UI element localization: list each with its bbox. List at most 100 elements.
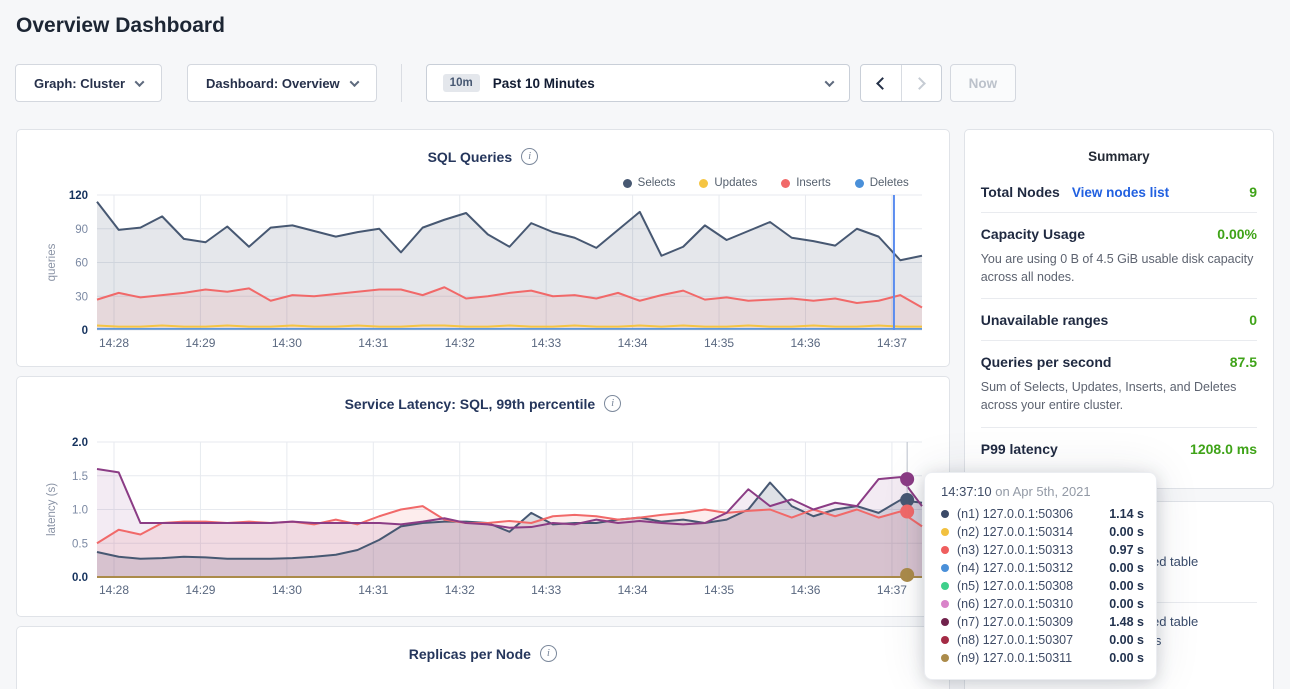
svg-text:1.5: 1.5: [72, 471, 88, 483]
summary-row-value: 1208.0 ms: [1190, 441, 1257, 457]
time-range-label: Past 10 Minutes: [493, 76, 813, 91]
time-range-badge: 10m: [443, 74, 480, 92]
node-color-dot-icon: [941, 636, 949, 644]
svg-text:latency (s): latency (s): [46, 483, 58, 536]
chevron-right-icon: [913, 77, 926, 90]
tooltip-node-value: 0.00 s: [1109, 561, 1144, 575]
replicas-per-node-title: Replicas per Node: [409, 646, 531, 662]
svg-text:14:30: 14:30: [272, 583, 302, 597]
tooltip-node-row: (n5) 127.0.0.1:50308 0.00 s: [941, 577, 1144, 595]
summary-row: P99 latency 1208.0 ms: [981, 428, 1257, 469]
sql-queries-panel: SQL Queries i Selects Updates Inserts Delet…: [16, 129, 950, 367]
legend-dot-icon: [781, 179, 790, 188]
svg-text:1.0: 1.0: [72, 505, 88, 517]
svg-text:0.5: 0.5: [72, 538, 88, 550]
latency-hover-tooltip: 14:37:10 on Apr 5th, 2021 (n1) 127.0.0.1…: [924, 472, 1157, 680]
tooltip-node-value: 0.00 s: [1109, 579, 1144, 593]
legend-dot-icon: [623, 179, 632, 188]
node-color-dot-icon: [941, 654, 949, 662]
time-range-picker[interactable]: 10m Past 10 Minutes: [426, 64, 850, 102]
svg-text:14:31: 14:31: [358, 583, 388, 597]
now-button[interactable]: Now: [950, 64, 1017, 102]
info-icon[interactable]: i: [540, 645, 557, 662]
tooltip-node-row: (n9) 127.0.0.1:50311 0.00 s: [941, 649, 1144, 667]
time-next-button[interactable]: [901, 65, 941, 101]
dashboard-controls: Graph: Cluster Dashboard: Overview 10m P…: [15, 64, 1274, 102]
tooltip-time: 14:37:10: [941, 484, 992, 499]
summary-row-value: 0: [1249, 312, 1257, 328]
tooltip-node-address: (n5) 127.0.0.1:50308: [957, 579, 1101, 593]
tooltip-node-address: (n6) 127.0.0.1:50310: [957, 597, 1101, 611]
graph-scope-label: Graph: Cluster: [34, 76, 125, 91]
tooltip-date: on Apr 5th, 2021: [992, 484, 1091, 499]
summary-row-label: Queries per second: [981, 354, 1112, 370]
tooltip-node-value: 1.14 s: [1109, 507, 1144, 521]
chevron-down-icon: [349, 77, 359, 87]
summary-row-label: Total Nodes: [981, 184, 1060, 200]
tooltip-node-value: 0.00 s: [1109, 651, 1144, 665]
dashboard-select-dropdown[interactable]: Dashboard: Overview: [187, 64, 377, 102]
svg-text:14:36: 14:36: [790, 583, 820, 597]
summary-rows: Total NodesView nodes list9Capacity Usag…: [981, 171, 1257, 469]
service-latency-chart[interactable]: 14:2814:2914:3014:3114:3214:3314:3414:35…: [33, 436, 946, 608]
summary-row-subtitle: Sum of Selects, Updates, Inserts, and De…: [981, 378, 1257, 414]
summary-row: Total NodesView nodes list9: [981, 171, 1257, 213]
chevron-down-icon: [824, 77, 834, 87]
legend-item[interactable]: Updates: [699, 177, 757, 189]
tooltip-node-row: (n8) 127.0.0.1:503070.00 s: [941, 631, 1144, 649]
replicas-per-node-header: Replicas per Node i: [17, 627, 949, 662]
tooltip-node-row: (n7) 127.0.0.1:503091.48 s: [941, 613, 1144, 631]
legend-label: Deletes: [870, 177, 909, 189]
dashboard-select-label: Dashboard: Overview: [206, 76, 340, 91]
legend-label: Inserts: [796, 177, 831, 189]
info-icon[interactable]: i: [604, 395, 621, 412]
time-prev-button[interactable]: [861, 65, 901, 101]
svg-text:14:28: 14:28: [99, 583, 129, 597]
svg-text:14:30: 14:30: [272, 336, 302, 350]
legend-label: Selects: [638, 177, 676, 189]
svg-text:90: 90: [75, 224, 88, 236]
summary-row-label: Unavailable ranges: [981, 312, 1109, 328]
sql-queries-chart[interactable]: 14:2814:2914:3014:3114:3214:3314:3414:35…: [33, 189, 946, 361]
svg-text:14:37: 14:37: [877, 583, 907, 597]
svg-text:14:35: 14:35: [704, 336, 734, 350]
tooltip-node-row: (n1) 127.0.0.1:503061.14 s: [941, 505, 1144, 523]
overview-dashboard-page: Overview Dashboard Graph: Cluster Dashbo…: [0, 0, 1290, 689]
summary-row-value: 87.5: [1230, 354, 1257, 370]
svg-text:14:29: 14:29: [185, 583, 215, 597]
summary-row-label: Capacity Usage: [981, 226, 1085, 242]
legend-dot-icon: [855, 179, 864, 188]
node-color-dot-icon: [941, 528, 949, 536]
legend-dot-icon: [699, 179, 708, 188]
service-latency-panel: Service Latency: SQL, 99th percentile i …: [16, 376, 950, 617]
summary-panel: Summary Total NodesView nodes list9Capac…: [964, 129, 1274, 489]
tooltip-node-address: (n9) 127.0.0.1:50311: [957, 651, 1101, 665]
node-color-dot-icon: [941, 546, 949, 554]
summary-row-label: P99 latency: [981, 441, 1058, 457]
tooltip-header: 14:37:10 on Apr 5th, 2021: [941, 484, 1144, 499]
tooltip-node-row: (n3) 127.0.0.1:503130.97 s: [941, 541, 1144, 559]
svg-text:queries: queries: [46, 243, 58, 281]
sql-queries-title: SQL Queries: [428, 149, 513, 165]
svg-text:14:28: 14:28: [99, 336, 129, 350]
tooltip-node-value: 0.00 s: [1109, 597, 1144, 611]
summary-title: Summary: [981, 130, 1257, 171]
svg-text:60: 60: [75, 258, 88, 270]
svg-text:14:32: 14:32: [445, 583, 475, 597]
legend-item[interactable]: Inserts: [781, 177, 831, 189]
tooltip-node-value: 0.00 s: [1109, 525, 1144, 539]
summary-row: Capacity Usage0.00%You are using 0 B of …: [981, 213, 1257, 299]
tooltip-node-row: (n4) 127.0.0.1:503120.00 s: [941, 559, 1144, 577]
chevron-left-icon: [876, 77, 889, 90]
tooltip-node-address: (n8) 127.0.0.1:50307: [957, 633, 1101, 647]
legend-item[interactable]: Selects: [623, 177, 676, 189]
node-color-dot-icon: [941, 618, 949, 626]
view-nodes-list-link[interactable]: View nodes list: [1072, 185, 1169, 200]
graph-scope-dropdown[interactable]: Graph: Cluster: [15, 64, 162, 102]
time-nav-group: [860, 64, 942, 102]
sql-queries-legend: Selects Updates Inserts Deletes: [623, 177, 909, 189]
info-icon[interactable]: i: [521, 148, 538, 165]
svg-text:14:32: 14:32: [445, 336, 475, 350]
legend-item[interactable]: Deletes: [855, 177, 909, 189]
svg-text:14:29: 14:29: [185, 336, 215, 350]
